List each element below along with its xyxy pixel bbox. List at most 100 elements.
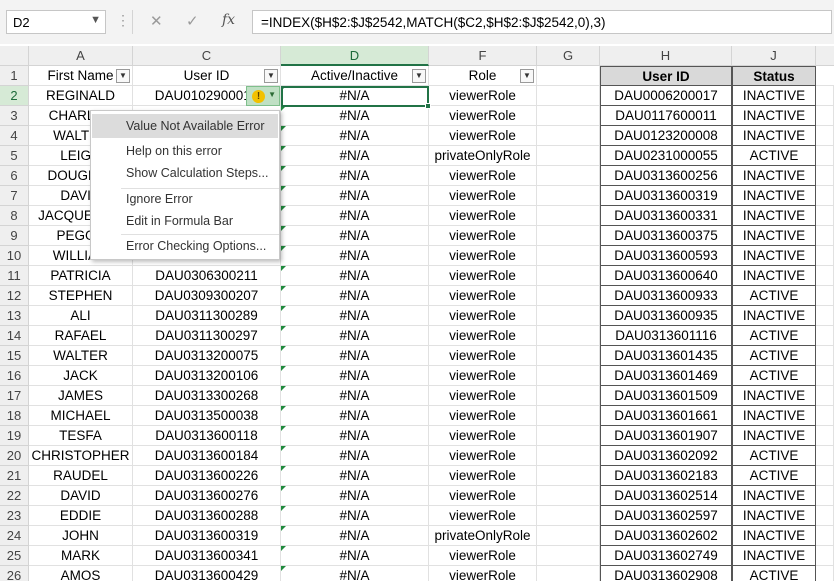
filter-dropdown-icon[interactable]: ▼ <box>116 69 130 83</box>
cell-first-name[interactable]: CHRISTOPHER <box>29 446 133 466</box>
cell-role[interactable]: viewerRole <box>429 226 537 246</box>
cell-k[interactable] <box>816 346 834 366</box>
row-header[interactable]: 22 <box>0 486 29 506</box>
cell-active-inactive[interactable]: #N/A <box>281 126 429 146</box>
cell-status[interactable]: INACTIVE <box>732 306 816 326</box>
cell-status[interactable]: ACTIVE <box>732 146 816 166</box>
cell-g[interactable] <box>537 186 600 206</box>
column-header-d[interactable]: D <box>281 46 429 66</box>
cell-active-inactive[interactable]: #N/A <box>281 286 429 306</box>
cell-first-name[interactable]: MICHAEL <box>29 406 133 426</box>
header-cell-active-inactive[interactable]: Active/Inactive ▼ <box>281 66 429 86</box>
cell-role[interactable]: viewerRole <box>429 386 537 406</box>
row-header[interactable]: 4 <box>0 126 29 146</box>
cell-active-inactive[interactable]: #N/A <box>281 526 429 546</box>
cell-lookup-user-id[interactable]: DAU0313600593 <box>600 246 732 266</box>
cell-g[interactable] <box>537 566 600 581</box>
select-all-corner[interactable] <box>0 46 29 66</box>
cell-role[interactable]: viewerRole <box>429 246 537 266</box>
cell-status[interactable]: INACTIVE <box>732 526 816 546</box>
cell-k[interactable] <box>816 366 834 386</box>
cell-user-id[interactable]: DAU0313600184 <box>133 446 281 466</box>
row-header[interactable]: 7 <box>0 186 29 206</box>
cell-first-name[interactable]: ALI <box>29 306 133 326</box>
row-header[interactable]: 20 <box>0 446 29 466</box>
cell-k[interactable] <box>816 486 834 506</box>
cell-lookup-user-id[interactable]: DAU0313600375 <box>600 226 732 246</box>
cell-k[interactable] <box>816 326 834 346</box>
cell-role[interactable]: viewerRole <box>429 126 537 146</box>
cell-role[interactable]: viewerRole <box>429 186 537 206</box>
menu-item-error-checking-options[interactable]: Error Checking Options... <box>92 234 278 258</box>
cell-first-name[interactable]: WALTER <box>29 346 133 366</box>
cell-active-inactive[interactable]: #N/A <box>281 166 429 186</box>
cell-status[interactable]: INACTIVE <box>732 106 816 126</box>
cell-g[interactable] <box>537 406 600 426</box>
row-header[interactable]: 8 <box>0 206 29 226</box>
cell-first-name[interactable]: AMOS <box>29 566 133 581</box>
cell-g[interactable] <box>537 506 600 526</box>
cell-active-inactive[interactable]: #N/A <box>281 266 429 286</box>
cell-role[interactable]: viewerRole <box>429 566 537 581</box>
row-header[interactable]: 14 <box>0 326 29 346</box>
cell-first-name[interactable]: JAMES <box>29 386 133 406</box>
cell-g[interactable] <box>537 346 600 366</box>
row-header[interactable]: 3 <box>0 106 29 126</box>
cell-role[interactable]: viewerRole <box>429 266 537 286</box>
row-header[interactable]: 24 <box>0 526 29 546</box>
cell-g1[interactable] <box>537 66 600 86</box>
filter-dropdown-icon[interactable]: ▼ <box>412 69 426 83</box>
cell-active-inactive[interactable]: #N/A <box>281 146 429 166</box>
menu-item-ignore-error[interactable]: Ignore Error <box>92 187 278 211</box>
cell-active-inactive[interactable]: #N/A <box>281 186 429 206</box>
cell-lookup-user-id[interactable]: DAU0006200017 <box>600 86 732 106</box>
cell-k[interactable] <box>816 506 834 526</box>
column-header-h[interactable]: H <box>600 46 732 66</box>
insert-function-button[interactable]: fx <box>222 12 235 28</box>
cell-user-id[interactable]: DAU0313200075 <box>133 346 281 366</box>
row-header[interactable]: 15 <box>0 346 29 366</box>
cell-active-inactive[interactable]: #N/A <box>281 426 429 446</box>
header-cell-lookup-user-id[interactable]: User ID <box>600 66 732 86</box>
cell-status[interactable]: INACTIVE <box>732 486 816 506</box>
cell-g[interactable] <box>537 206 600 226</box>
cell-k[interactable] <box>816 286 834 306</box>
menu-item-show-calc-steps[interactable]: Show Calculation Steps... <box>92 161 278 185</box>
cell-user-id[interactable]: DAU0313200106 <box>133 366 281 386</box>
cell-status[interactable]: INACTIVE <box>732 506 816 526</box>
row-header[interactable]: 18 <box>0 406 29 426</box>
cell-status[interactable]: INACTIVE <box>732 206 816 226</box>
cell-status[interactable]: INACTIVE <box>732 166 816 186</box>
cell-g[interactable] <box>537 226 600 246</box>
cell-role[interactable]: viewerRole <box>429 166 537 186</box>
row-header[interactable]: 21 <box>0 466 29 486</box>
row-header[interactable]: 9 <box>0 226 29 246</box>
menu-item-help[interactable]: Help on this error <box>92 139 278 163</box>
cell-role[interactable]: viewerRole <box>429 286 537 306</box>
cell-active-inactive[interactable]: #N/A <box>281 466 429 486</box>
cell-k[interactable] <box>816 546 834 566</box>
column-header-g[interactable]: G <box>537 46 600 66</box>
cell-first-name[interactable]: JOHN <box>29 526 133 546</box>
header-cell-status[interactable]: Status <box>732 66 816 86</box>
column-header-f[interactable]: F <box>429 46 537 66</box>
column-header-a[interactable]: A <box>29 46 133 66</box>
cell-k[interactable] <box>816 206 834 226</box>
row-header[interactable]: 6 <box>0 166 29 186</box>
cell-k[interactable] <box>816 446 834 466</box>
filter-dropdown-icon[interactable]: ▼ <box>264 69 278 83</box>
cell-role[interactable]: viewerRole <box>429 426 537 446</box>
cell-active-inactive[interactable]: #N/A <box>281 206 429 226</box>
cell-lookup-user-id[interactable]: DAU0313602514 <box>600 486 732 506</box>
cell-active-inactive[interactable]: #N/A <box>281 546 429 566</box>
cell-lookup-user-id[interactable]: DAU0313601116 <box>600 326 732 346</box>
cell-lookup-user-id[interactable]: DAU0313601661 <box>600 406 732 426</box>
cell-role[interactable]: viewerRole <box>429 86 537 106</box>
cell-active-inactive[interactable]: #N/A <box>281 406 429 426</box>
cell-role[interactable]: viewerRole <box>429 326 537 346</box>
cell-user-id[interactable]: DAU0313600319 <box>133 526 281 546</box>
cell-lookup-user-id[interactable]: DAU0313600935 <box>600 306 732 326</box>
filter-dropdown-icon[interactable]: ▼ <box>520 69 534 83</box>
cell-lookup-user-id[interactable]: DAU0313600256 <box>600 166 732 186</box>
cell-lookup-user-id[interactable]: DAU0313602183 <box>600 466 732 486</box>
